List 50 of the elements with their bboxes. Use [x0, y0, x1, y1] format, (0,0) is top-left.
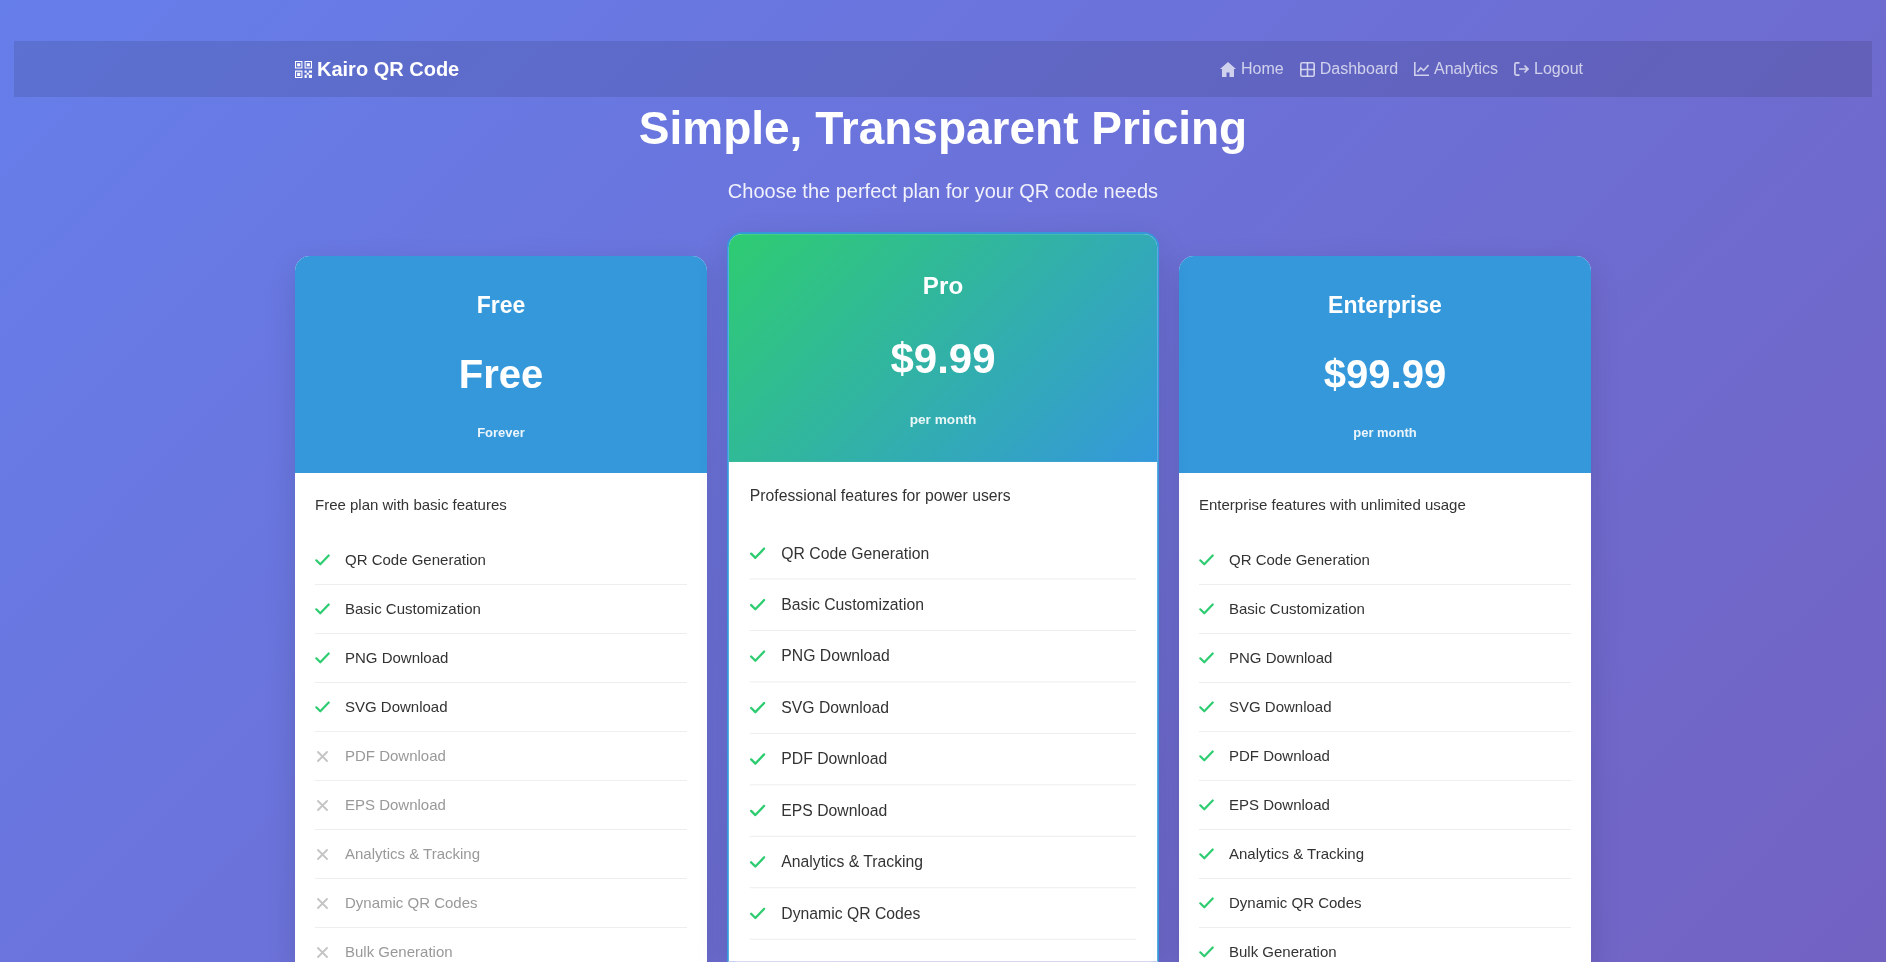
feature-label: Bulk Generation [1229, 942, 1337, 962]
feature-label: Basic Customization [781, 594, 924, 616]
feature-label: PNG Download [345, 648, 449, 668]
feature-label: PDF Download [1229, 746, 1330, 766]
nav-link[interactable]: Home [1212, 57, 1292, 81]
feature-label: Basic Customization [1229, 599, 1365, 619]
feature-label: Bulk Generation [345, 942, 453, 962]
feature-label: Dynamic QR Codes [1229, 893, 1362, 913]
plan-name: Free [476, 291, 526, 319]
feature-label: Basic Customization [345, 599, 481, 619]
feature-label: Analytics & Tracking [1229, 844, 1365, 864]
plan-description: Enterprise features with unlimited usage [1199, 495, 1466, 515]
feature-label: EPS Download [781, 800, 888, 821]
feature-label: Analytics & Tracking [781, 851, 924, 873]
feature-label: EPS Download [345, 795, 446, 815]
plan-period: per month [1353, 424, 1417, 442]
plan-price: Free [458, 351, 544, 398]
nav-link[interactable]: Dashboard [1291, 57, 1407, 81]
feature-label: Dynamic QR Codes [345, 893, 478, 913]
feature-label: SVG Download [781, 697, 889, 719]
plan-name: Enterprise [1328, 291, 1442, 319]
nav-link[interactable]: Analytics [1406, 57, 1507, 81]
feature-label: PNG Download [781, 645, 890, 667]
exit-arrow-icon [1514, 62, 1530, 76]
feature-label: PDF Download [781, 748, 888, 770]
plan-price: $99.99 [1323, 351, 1447, 398]
nav-link[interactable]: Logout [1506, 57, 1591, 81]
feature-label: Dynamic QR Codes [781, 903, 921, 924]
line-chart-icon [1414, 62, 1430, 76]
page-title: Simple, Transparent Pricing [637, 101, 1249, 156]
plan-price: $9.99 [890, 333, 996, 384]
plan-name: Pro [922, 270, 964, 301]
grid-icon [1299, 61, 1315, 77]
page-subtitle: Choose the perfect plan for your QR code needs [727, 179, 1159, 204]
home-icon [1220, 61, 1237, 77]
qr-code-icon [295, 60, 312, 78]
feature-label: PDF Download [345, 746, 446, 766]
plan-description: Professional features for power users [749, 485, 1011, 506]
feature-label: PNG Download [1229, 648, 1333, 668]
feature-label: SVG Download [1229, 697, 1332, 717]
feature-label: SVG Download [345, 697, 448, 717]
feature-label: QR Code Generation [781, 542, 930, 564]
plan-period: per month [909, 410, 977, 430]
plan-description: Free plan with basic features [315, 495, 507, 515]
brand-link[interactable]: Kairo QR Code [295, 54, 460, 84]
plan-period: Forever [477, 424, 525, 442]
feature-label: Analytics & Tracking [345, 844, 481, 864]
feature-label: QR Code Generation [345, 550, 486, 570]
feature-label: QR Code Generation [1229, 550, 1370, 570]
feature-label: EPS Download [1229, 795, 1330, 815]
